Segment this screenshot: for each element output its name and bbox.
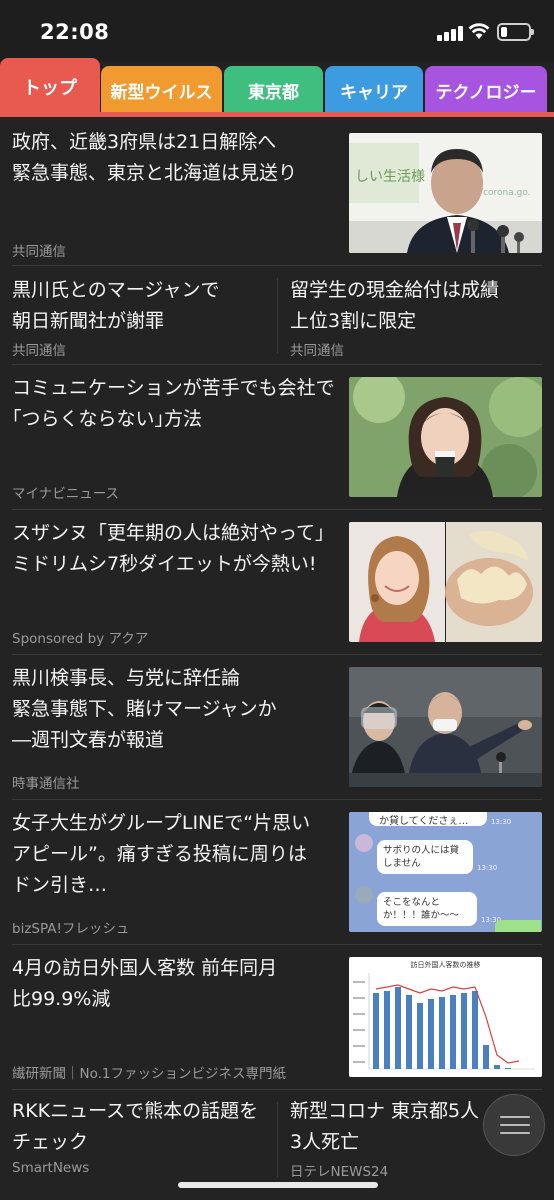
graph-thumbnail: 訪日外国人客数の推移 — [349, 957, 542, 1077]
article-card[interactable]: スザンヌ「更年期の人は絶対やって」 ミドリムシ7秒ダイエットが今熱い! Spons… — [0, 510, 554, 654]
article-title: 黒川氏とのマージャンで 朝日新聞社が謝罪 — [12, 279, 220, 332]
article-thumbnail: しい生活様 //corona.go. — [349, 133, 542, 253]
tab-new-virus[interactable]: 新型ウイルス — [101, 66, 222, 114]
article-source: 日テレNEWS24 — [290, 1164, 389, 1180]
article-source: SmartNews — [12, 1160, 90, 1176]
article-title: RKKニュースで熊本の話題を チェック — [12, 1100, 259, 1153]
home-indicator[interactable] — [178, 1182, 378, 1188]
article-source: bizSPA!フレッシュ — [12, 921, 130, 937]
article-thumbnail — [349, 667, 542, 787]
status-time: 22:08 — [40, 20, 110, 44]
chat-screenshot-thumbnail: か貸してくださぇ… 13:30 サボりの人には貸しません 13:30 そこをなん… — [349, 812, 542, 932]
article-card[interactable]: 政府、近畿3府県は21日解除へ 緊急事態、東京と北海道は見送り 共同通信 しい生活… — [0, 117, 554, 265]
svg-text://corona.go.: //corona.go. — [477, 188, 531, 198]
sponsored-label: Sponsored by アクア — [12, 631, 149, 647]
article-source: 共同通信 — [12, 343, 66, 359]
category-tabs: トップ 新型ウイルス 東京都 キャリア テクノロジー — [0, 58, 554, 118]
article-thumbnail — [349, 377, 542, 497]
tab-tokyo[interactable]: 東京都 — [224, 66, 323, 114]
article-title: コミュニケーションが苦手でも会社で ｢つらくならない｣方法 — [12, 377, 335, 430]
status-bar: 22:08 — [0, 0, 554, 62]
article-card[interactable]: コミュニケーションが苦手でも会社で ｢つらくならない｣方法 マイナビニュース — [0, 365, 554, 509]
article-title: 4月の訪日外国人客数 前年同月 比99.9%減 — [12, 957, 278, 1010]
tab-career[interactable]: キャリア — [325, 66, 423, 114]
article-source: 時事通信社 — [12, 776, 80, 792]
battery-icon — [497, 23, 534, 41]
svg-text:しい生活様: しい生活様 — [355, 169, 425, 185]
tab-top[interactable]: トップ — [0, 58, 100, 116]
hamburger-menu-icon[interactable] — [483, 1094, 545, 1156]
article-title: スザンヌ「更年期の人は絶対やって」 ミドリムシ7秒ダイエットが今熱い! — [12, 522, 335, 575]
article-source: マイナビニュース — [12, 486, 120, 502]
article-title: 女子大生がグループLINEで“片思い アピール”。痛すぎる投稿に周りは ドン引き… — [12, 812, 311, 896]
article-title: 黒川検事長、与党に辞任論 緊急事態下、賭けマージャンか ―週刊文春が報道 — [12, 667, 277, 751]
article-source: 繊研新聞｜No.1ファッションビジネス専門紙 — [12, 1066, 287, 1082]
wifi-icon — [468, 23, 490, 39]
tab-technology[interactable]: テクノロジー — [425, 66, 547, 114]
article-card[interactable]: 女子大生がグループLINEで“片思い アピール”。痛すぎる投稿に周りは ドン引き… … — [0, 800, 554, 944]
article-card[interactable]: 黒川氏とのマージャンで 朝日新聞社が謝罪 共同通信 — [0, 266, 276, 364]
article-thumbnail — [349, 522, 542, 642]
article-card[interactable]: 黒川検事長、与党に辞任論 緊急事態下、賭けマージャンか ―週刊文春が報道 時事通信社 — [0, 655, 554, 799]
article-card[interactable]: 留学生の現金給付は成績 上位3割に限定 共同通信 — [278, 266, 554, 364]
article-source: 共同通信 — [12, 244, 66, 260]
article-source: 共同通信 — [290, 343, 344, 359]
article-card[interactable]: 4月の訪日外国人客数 前年同月 比99.9%減 繊研新聞｜No.1ファッションビジ… — [0, 945, 554, 1089]
article-card[interactable]: RKKニュースで熊本の話題を チェック SmartNews — [0, 1090, 276, 1190]
cellular-signal-icon — [437, 25, 463, 41]
article-title: 留学生の現金給付は成績 上位3割に限定 — [290, 279, 500, 332]
article-title: 政府、近畿3府県は21日解除へ 緊急事態、東京と北海道は見送り — [12, 131, 298, 184]
article-title: 新型コロナ 東京都5人 3人死亡 — [290, 1100, 480, 1153]
